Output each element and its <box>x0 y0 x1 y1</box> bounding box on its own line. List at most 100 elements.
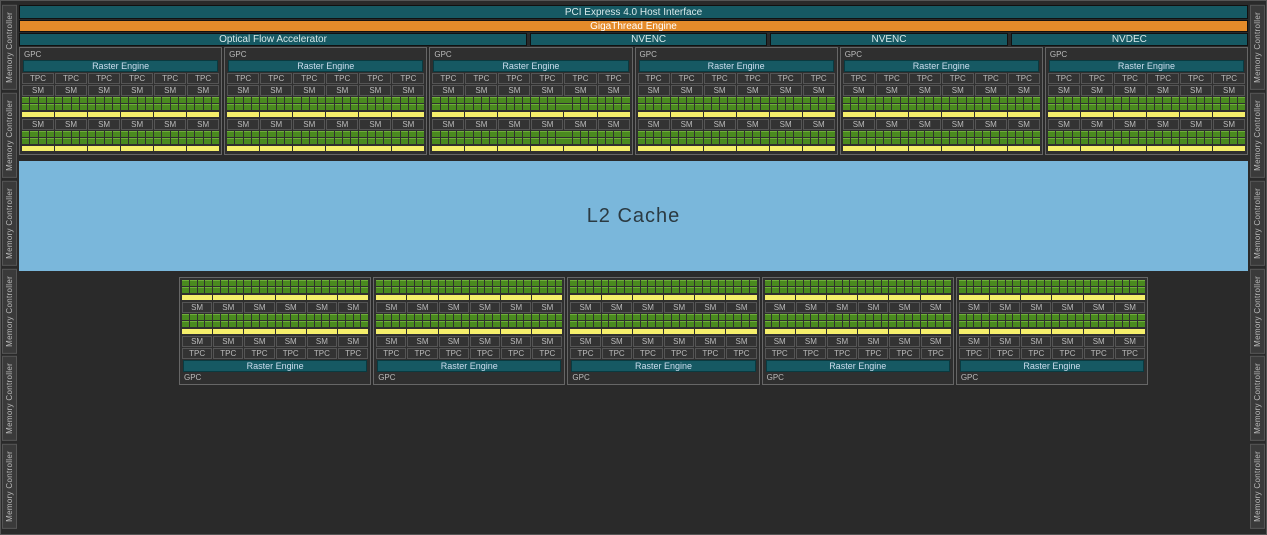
sm-cell: SM <box>1147 85 1179 96</box>
raster-engine: Raster Engine <box>960 360 1144 372</box>
gpc-block: GPCRaster EngineTPCTPCTPCTPCTPCTPCSMSMSM… <box>224 47 427 155</box>
tpc-row: TPCTPCTPCTPCTPCTPC <box>843 73 1040 84</box>
tpc-cell: TPC <box>121 73 153 84</box>
sm-cell: SM <box>664 336 694 347</box>
sm-cell: SM <box>276 336 306 347</box>
tpc-cell: TPC <box>187 73 219 84</box>
sm-cell: SM <box>407 302 437 313</box>
sm-cell: SM <box>942 119 974 130</box>
sm-cell: SM <box>1008 119 1040 130</box>
gpc-label: GPC <box>843 50 1040 59</box>
sm-cell: SM <box>260 85 292 96</box>
sm-cell: SM <box>598 85 630 96</box>
sm-cell: SM <box>843 85 875 96</box>
cores-row <box>182 314 368 335</box>
sm-cell: SM <box>1048 85 1080 96</box>
cores-row <box>227 97 424 118</box>
sm-cell: SM <box>187 85 219 96</box>
gpc-block: GPCRaster EngineTPCTPCTPCTPCTPCTPCSMSMSM… <box>1045 47 1248 155</box>
sm-cell: SM <box>959 336 989 347</box>
sm-cell: SM <box>638 85 670 96</box>
cores-row <box>570 280 756 301</box>
tpc-cell: TPC <box>909 73 941 84</box>
sm-cell: SM <box>858 302 888 313</box>
sm-cell: SM <box>227 119 259 130</box>
tpc-row: TPCTPCTPCTPCTPCTPC <box>432 73 629 84</box>
tpc-cell: TPC <box>213 348 243 359</box>
sm-row: SMSMSMSMSMSM <box>22 119 219 130</box>
sm-cell: SM <box>765 302 795 313</box>
sm-cell: SM <box>501 336 531 347</box>
sm-cell: SM <box>55 85 87 96</box>
sm-cell: SM <box>942 85 974 96</box>
gpc-label: GPC <box>432 50 629 59</box>
gpc-block: GPCRaster EngineTPCTPCTPCTPCTPCTPCSMSMSM… <box>373 277 565 385</box>
sm-cell: SM <box>376 302 406 313</box>
tpc-cell: TPC <box>227 73 259 84</box>
memory-controller: Memory Controller <box>2 5 17 90</box>
sm-cell: SM <box>326 119 358 130</box>
memory-controller: Memory Controller <box>1250 5 1265 90</box>
sm-cell: SM <box>1052 336 1082 347</box>
tpc-cell: TPC <box>501 348 531 359</box>
sm-cell: SM <box>213 336 243 347</box>
memory-controller: Memory Controller <box>2 269 17 354</box>
tpc-cell: TPC <box>182 348 212 359</box>
sm-cell: SM <box>532 302 562 313</box>
sm-cell: SM <box>187 119 219 130</box>
cores-row <box>432 131 629 152</box>
tpc-cell: TPC <box>1180 73 1212 84</box>
raster-engine: Raster Engine <box>228 60 423 72</box>
sm-row: SMSMSMSMSMSM <box>227 85 424 96</box>
sm-cell: SM <box>213 302 243 313</box>
gpc-label: GPC <box>22 50 219 59</box>
cores-row <box>638 131 835 152</box>
pci-host-interface: PCI Express 4.0 Host Interface <box>19 5 1248 19</box>
sm-cell: SM <box>1021 336 1051 347</box>
sm-cell: SM <box>1021 302 1051 313</box>
sm-cell: SM <box>121 85 153 96</box>
sm-cell: SM <box>726 302 756 313</box>
tpc-cell: TPC <box>432 73 464 84</box>
sm-cell: SM <box>704 85 736 96</box>
tpc-cell: TPC <box>876 73 908 84</box>
nvdec: NVDEC <box>1011 33 1248 46</box>
cores-row <box>376 280 562 301</box>
sm-cell: SM <box>439 302 469 313</box>
sm-cell: SM <box>154 85 186 96</box>
tpc-cell: TPC <box>921 348 951 359</box>
main-area: GPCRaster EngineTPCTPCTPCTPCTPCTPCSMSMSM… <box>19 47 1248 530</box>
sm-cell: SM <box>1180 85 1212 96</box>
sm-cell: SM <box>465 119 497 130</box>
gpc-block: GPCRaster EngineTPCTPCTPCTPCTPCTPCSMSMSM… <box>429 47 632 155</box>
cores-row <box>1048 97 1245 118</box>
sm-row: SMSMSMSMSMSM <box>843 85 1040 96</box>
tpc-row: TPCTPCTPCTPCTPCTPC <box>638 73 835 84</box>
sm-cell: SM <box>695 302 725 313</box>
sm-cell: SM <box>990 302 1020 313</box>
memory-controller: Memory Controller <box>1250 93 1265 178</box>
cores-row <box>638 97 835 118</box>
sm-cell: SM <box>55 119 87 130</box>
tpc-cell: TPC <box>1115 348 1145 359</box>
memory-controller: Memory Controller <box>2 93 17 178</box>
sm-cell: SM <box>827 336 857 347</box>
sm-row: SMSMSMSMSMSM <box>376 336 562 347</box>
sm-cell: SM <box>465 85 497 96</box>
gpc-block: GPCRaster EngineTPCTPCTPCTPCTPCTPCSMSMSM… <box>762 277 954 385</box>
sm-cell: SM <box>470 302 500 313</box>
sm-cell: SM <box>1114 119 1146 130</box>
sm-cell: SM <box>638 119 670 130</box>
sm-cell: SM <box>704 119 736 130</box>
tpc-cell: TPC <box>470 348 500 359</box>
tpc-cell: TPC <box>598 73 630 84</box>
sm-cell: SM <box>121 119 153 130</box>
tpc-row: TPCTPCTPCTPCTPCTPC <box>765 348 951 359</box>
sm-cell: SM <box>796 302 826 313</box>
tpc-cell: TPC <box>827 348 857 359</box>
tpc-cell: TPC <box>633 348 663 359</box>
sm-cell: SM <box>909 85 941 96</box>
cores-row <box>22 131 219 152</box>
tpc-cell: TPC <box>671 73 703 84</box>
memory-controller: Memory Controller <box>1250 181 1265 266</box>
